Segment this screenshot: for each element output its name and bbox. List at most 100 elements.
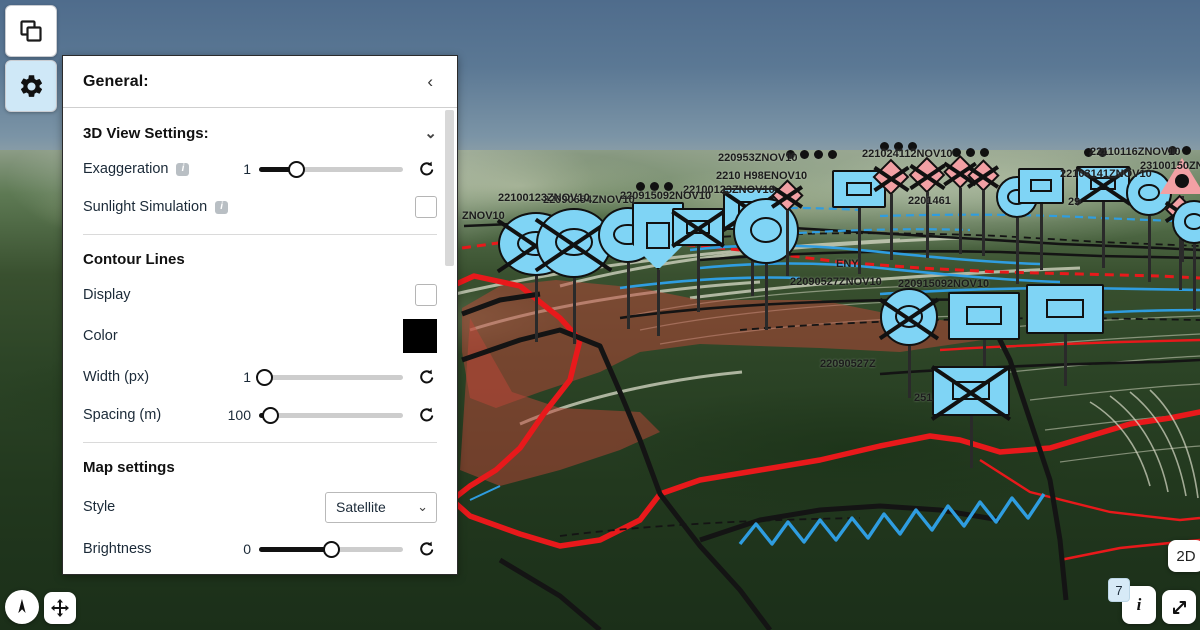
military-symbol-friend[interactable] (671, 208, 725, 312)
military-symbol-friend[interactable] (931, 365, 1011, 468)
expand-button[interactable] (1162, 590, 1196, 624)
military-symbol-hostile[interactable] (966, 158, 1000, 256)
map-label: 22110116ZNOV10 (1090, 146, 1181, 158)
compass-north-icon (18, 599, 26, 613)
slider-spacing-m[interactable] (259, 406, 403, 424)
map-label: 2201461 (908, 195, 951, 207)
military-symbol-friend[interactable] (1172, 200, 1200, 310)
setting-label: Brightness (83, 541, 152, 557)
slider-thumb[interactable] (262, 406, 280, 424)
view-mode-label: 2D (1176, 547, 1196, 565)
settings-panel[interactable]: General: ‹ 3D View Settings: ⌄ Exaggeratio… (62, 55, 458, 575)
settings-button[interactable] (5, 60, 57, 112)
panel-collapse-button[interactable]: ‹ (421, 69, 439, 94)
symbol-modifier (645, 221, 671, 249)
checkbox-sunlight-simulation[interactable] (415, 196, 437, 218)
slider-exaggeration[interactable] (259, 160, 403, 178)
style-select[interactable]: Satellite ⌄ (325, 491, 437, 523)
symbol-staff (1015, 218, 1019, 284)
symbol-frame-friendly (1172, 200, 1200, 244)
layers-button[interactable] (5, 5, 57, 57)
map-label: 22090527Z (820, 358, 876, 370)
panel-body[interactable]: 3D View Settings: ⌄ Exaggeration i 1 Sunlight… (63, 108, 457, 574)
symbol-staff (1192, 244, 1196, 310)
app-root: 220953ZNOV10 221024112NOV10 22110116ZNOV10… (0, 0, 1200, 630)
compass-button[interactable] (5, 590, 39, 624)
map-label: 23100150ZN (1140, 160, 1200, 172)
military-symbol-hostile[interactable] (770, 178, 804, 276)
slider-track (259, 412, 403, 418)
slider-width-px[interactable] (256, 368, 403, 386)
chevron-down-icon: ⌄ (417, 499, 428, 514)
view-mode-toggle[interactable]: 2D (1168, 540, 1200, 572)
military-symbol-friend[interactable] (879, 288, 939, 398)
chevron-down-icon[interactable]: ⌄ (424, 124, 437, 142)
section-title-label: 3D View Settings: (83, 124, 209, 142)
map-label: 221024112NOV10 (862, 148, 953, 160)
layer-count-badge[interactable]: 7 (1108, 578, 1130, 602)
reset-button[interactable] (417, 367, 437, 387)
reset-button[interactable] (417, 405, 437, 425)
section-title-contour-lines: Contour Lines (63, 235, 457, 276)
symbol-frame-friendly (948, 292, 1020, 340)
symbol-staff (1101, 202, 1105, 268)
slider-brightness[interactable] (259, 540, 403, 558)
symbol-staff (785, 210, 789, 276)
settings-sections: 3D View Settings: ⌄ Exaggeration i 1 Sunlight… (63, 108, 457, 574)
setting-row-display: Display (63, 276, 457, 314)
panel-scrollbar-thumb[interactable] (445, 110, 454, 266)
move-arrows-icon (51, 599, 69, 617)
checkbox-display[interactable] (415, 284, 437, 306)
symbol-staff (958, 188, 962, 254)
setting-label: Width (px) (83, 369, 150, 385)
setting-value: 0 (243, 541, 251, 557)
map-label: 2210 H98ENOV10 (716, 170, 808, 182)
military-symbol-hostile[interactable] (908, 156, 946, 258)
symbol-staff (889, 194, 893, 260)
setting-row-color: Color (63, 314, 457, 358)
panel-header: General: ‹ (63, 56, 457, 108)
setting-label: Style (83, 499, 116, 515)
slider-thumb[interactable] (322, 540, 340, 558)
symbol-modifier (1045, 298, 1085, 319)
symbol-modifier (1183, 213, 1200, 230)
military-symbol-hostile[interactable] (872, 158, 910, 260)
reset-icon (420, 541, 434, 556)
section-title-label: Map settings (83, 459, 175, 476)
setting-label: Spacing (m) (83, 407, 162, 423)
map-label: 22090527ZNOV10 (790, 276, 882, 288)
info-icon: i (1136, 595, 1142, 614)
panel-title: General: (83, 72, 149, 90)
slider-thumb[interactable] (256, 368, 274, 386)
reset-icon (420, 161, 434, 176)
pan-button[interactable] (44, 592, 76, 624)
setting-value: 100 (227, 407, 251, 423)
symbol-staff (572, 278, 576, 344)
setting-row-hue: Hue0 (63, 568, 457, 574)
info-icon[interactable]: i (215, 200, 229, 214)
reset-button[interactable] (417, 539, 437, 559)
setting-label: Display (83, 287, 131, 303)
symbol-staff (981, 190, 985, 256)
setting-label: Exaggeration (83, 161, 169, 177)
map-label: 29 (1068, 196, 1081, 208)
symbol-frame-friendly (1018, 168, 1064, 204)
military-symbol-friend[interactable] (1026, 284, 1104, 386)
slider-thumb[interactable] (287, 160, 305, 178)
info-icon[interactable]: i (176, 162, 190, 176)
setting-value: 1 (243, 161, 251, 177)
military-symbol-friend[interactable] (948, 292, 1020, 392)
symbol-staff (656, 270, 660, 336)
symbol-staff (907, 346, 911, 398)
slider-track (259, 374, 403, 380)
setting-row-width-px: Width (px) 1 (63, 358, 457, 396)
military-symbol-friend[interactable] (1018, 168, 1064, 270)
slider-fill (259, 546, 331, 552)
color-swatch[interactable] (403, 319, 437, 353)
setting-row-exaggeration: Exaggeration i 1 (63, 150, 457, 188)
reset-button[interactable] (417, 159, 437, 179)
map-label: ENY (836, 258, 859, 270)
symbol-staff (1063, 334, 1067, 386)
map-label: 22100123ZNOV10 (498, 192, 590, 204)
section-title-map-settings: Map settings (63, 443, 457, 484)
